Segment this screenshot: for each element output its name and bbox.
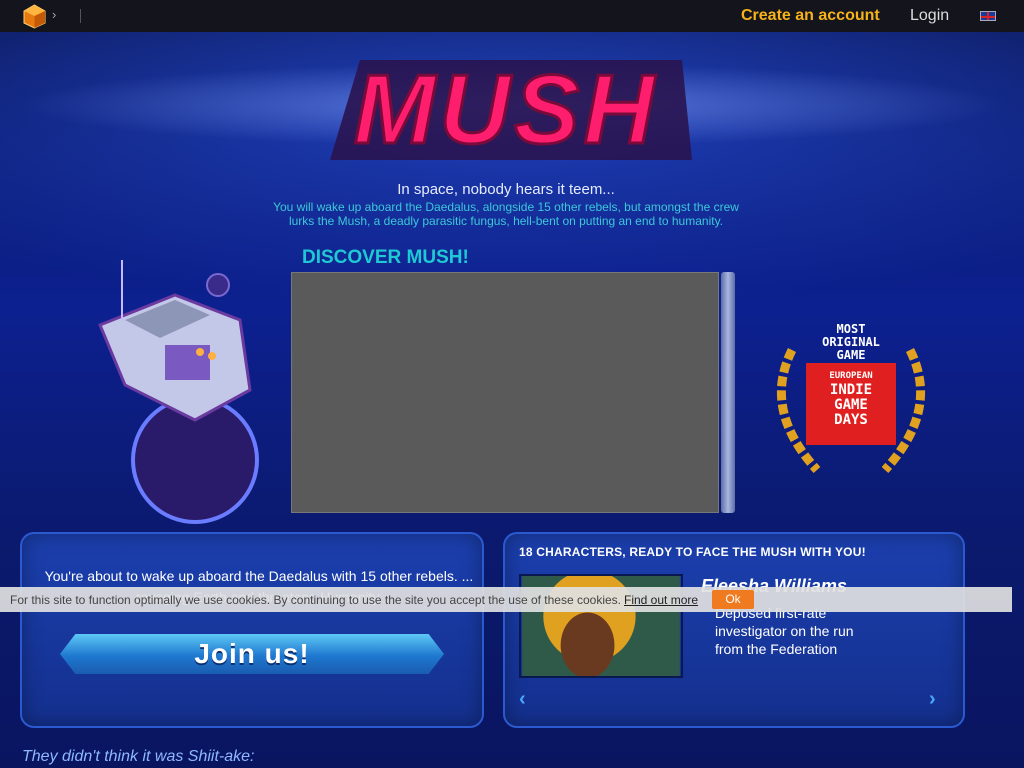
cookie-banner: For this site to function optimally we u… xyxy=(0,587,1012,612)
award-line1: MOST xyxy=(837,322,866,336)
top-bar: › Create an account Login xyxy=(0,0,1024,32)
cube-logo-icon[interactable] xyxy=(22,4,47,29)
award-badge1: EUROPEAN xyxy=(829,371,872,381)
prev-character-icon[interactable]: ‹ xyxy=(519,688,526,711)
mush-logo: MUSH xyxy=(330,55,692,165)
tagline: In space, nobody hears it teem... xyxy=(397,181,615,198)
login-link[interactable]: Login xyxy=(910,7,949,25)
join-panel: You're about to wake up aboard the Daeda… xyxy=(20,532,484,728)
separator xyxy=(80,9,81,23)
uk-flag-icon[interactable] xyxy=(980,11,996,21)
testimonial-quote: They didn't think it was Shiit-ake: xyxy=(22,748,255,765)
next-character-icon[interactable]: › xyxy=(929,688,936,711)
video-side-rail xyxy=(721,272,735,513)
characters-panel: 18 CHARACTERS, READY TO FACE THE MUSH WI… xyxy=(503,532,965,728)
characters-title: 18 CHARACTERS, READY TO FACE THE MUSH WI… xyxy=(519,545,866,559)
award-badge4: DAYS xyxy=(834,412,868,428)
award-badge2: INDIE xyxy=(830,382,872,398)
spaceship-illustration xyxy=(98,260,259,524)
find-out-more-link[interactable]: Find out more xyxy=(624,593,698,607)
join-us-button[interactable]: Join us! xyxy=(60,634,444,674)
award-line2: ORIGINAL xyxy=(822,335,880,349)
create-account-link[interactable]: Create an account xyxy=(741,7,880,25)
award-laurel-badge: MOST ORIGINAL GAME EUROPEAN INDIE GAME D… xyxy=(776,322,926,474)
cookie-text: For this site to function optimally we u… xyxy=(10,593,699,607)
discover-title: DISCOVER MUSH! xyxy=(302,247,469,268)
cookie-ok-button[interactable]: Ok xyxy=(712,590,754,609)
award-line3: GAME xyxy=(837,348,866,362)
subtagline: You will wake up aboard the Daedalus, al… xyxy=(273,200,739,228)
character-description: Deposed first-rate investigator on the r… xyxy=(715,605,854,657)
logo-text: MUSH xyxy=(354,55,659,164)
video-player[interactable] xyxy=(291,272,719,513)
award-badge3: GAME xyxy=(834,397,868,413)
chevron-right-icon[interactable]: › xyxy=(52,7,56,22)
